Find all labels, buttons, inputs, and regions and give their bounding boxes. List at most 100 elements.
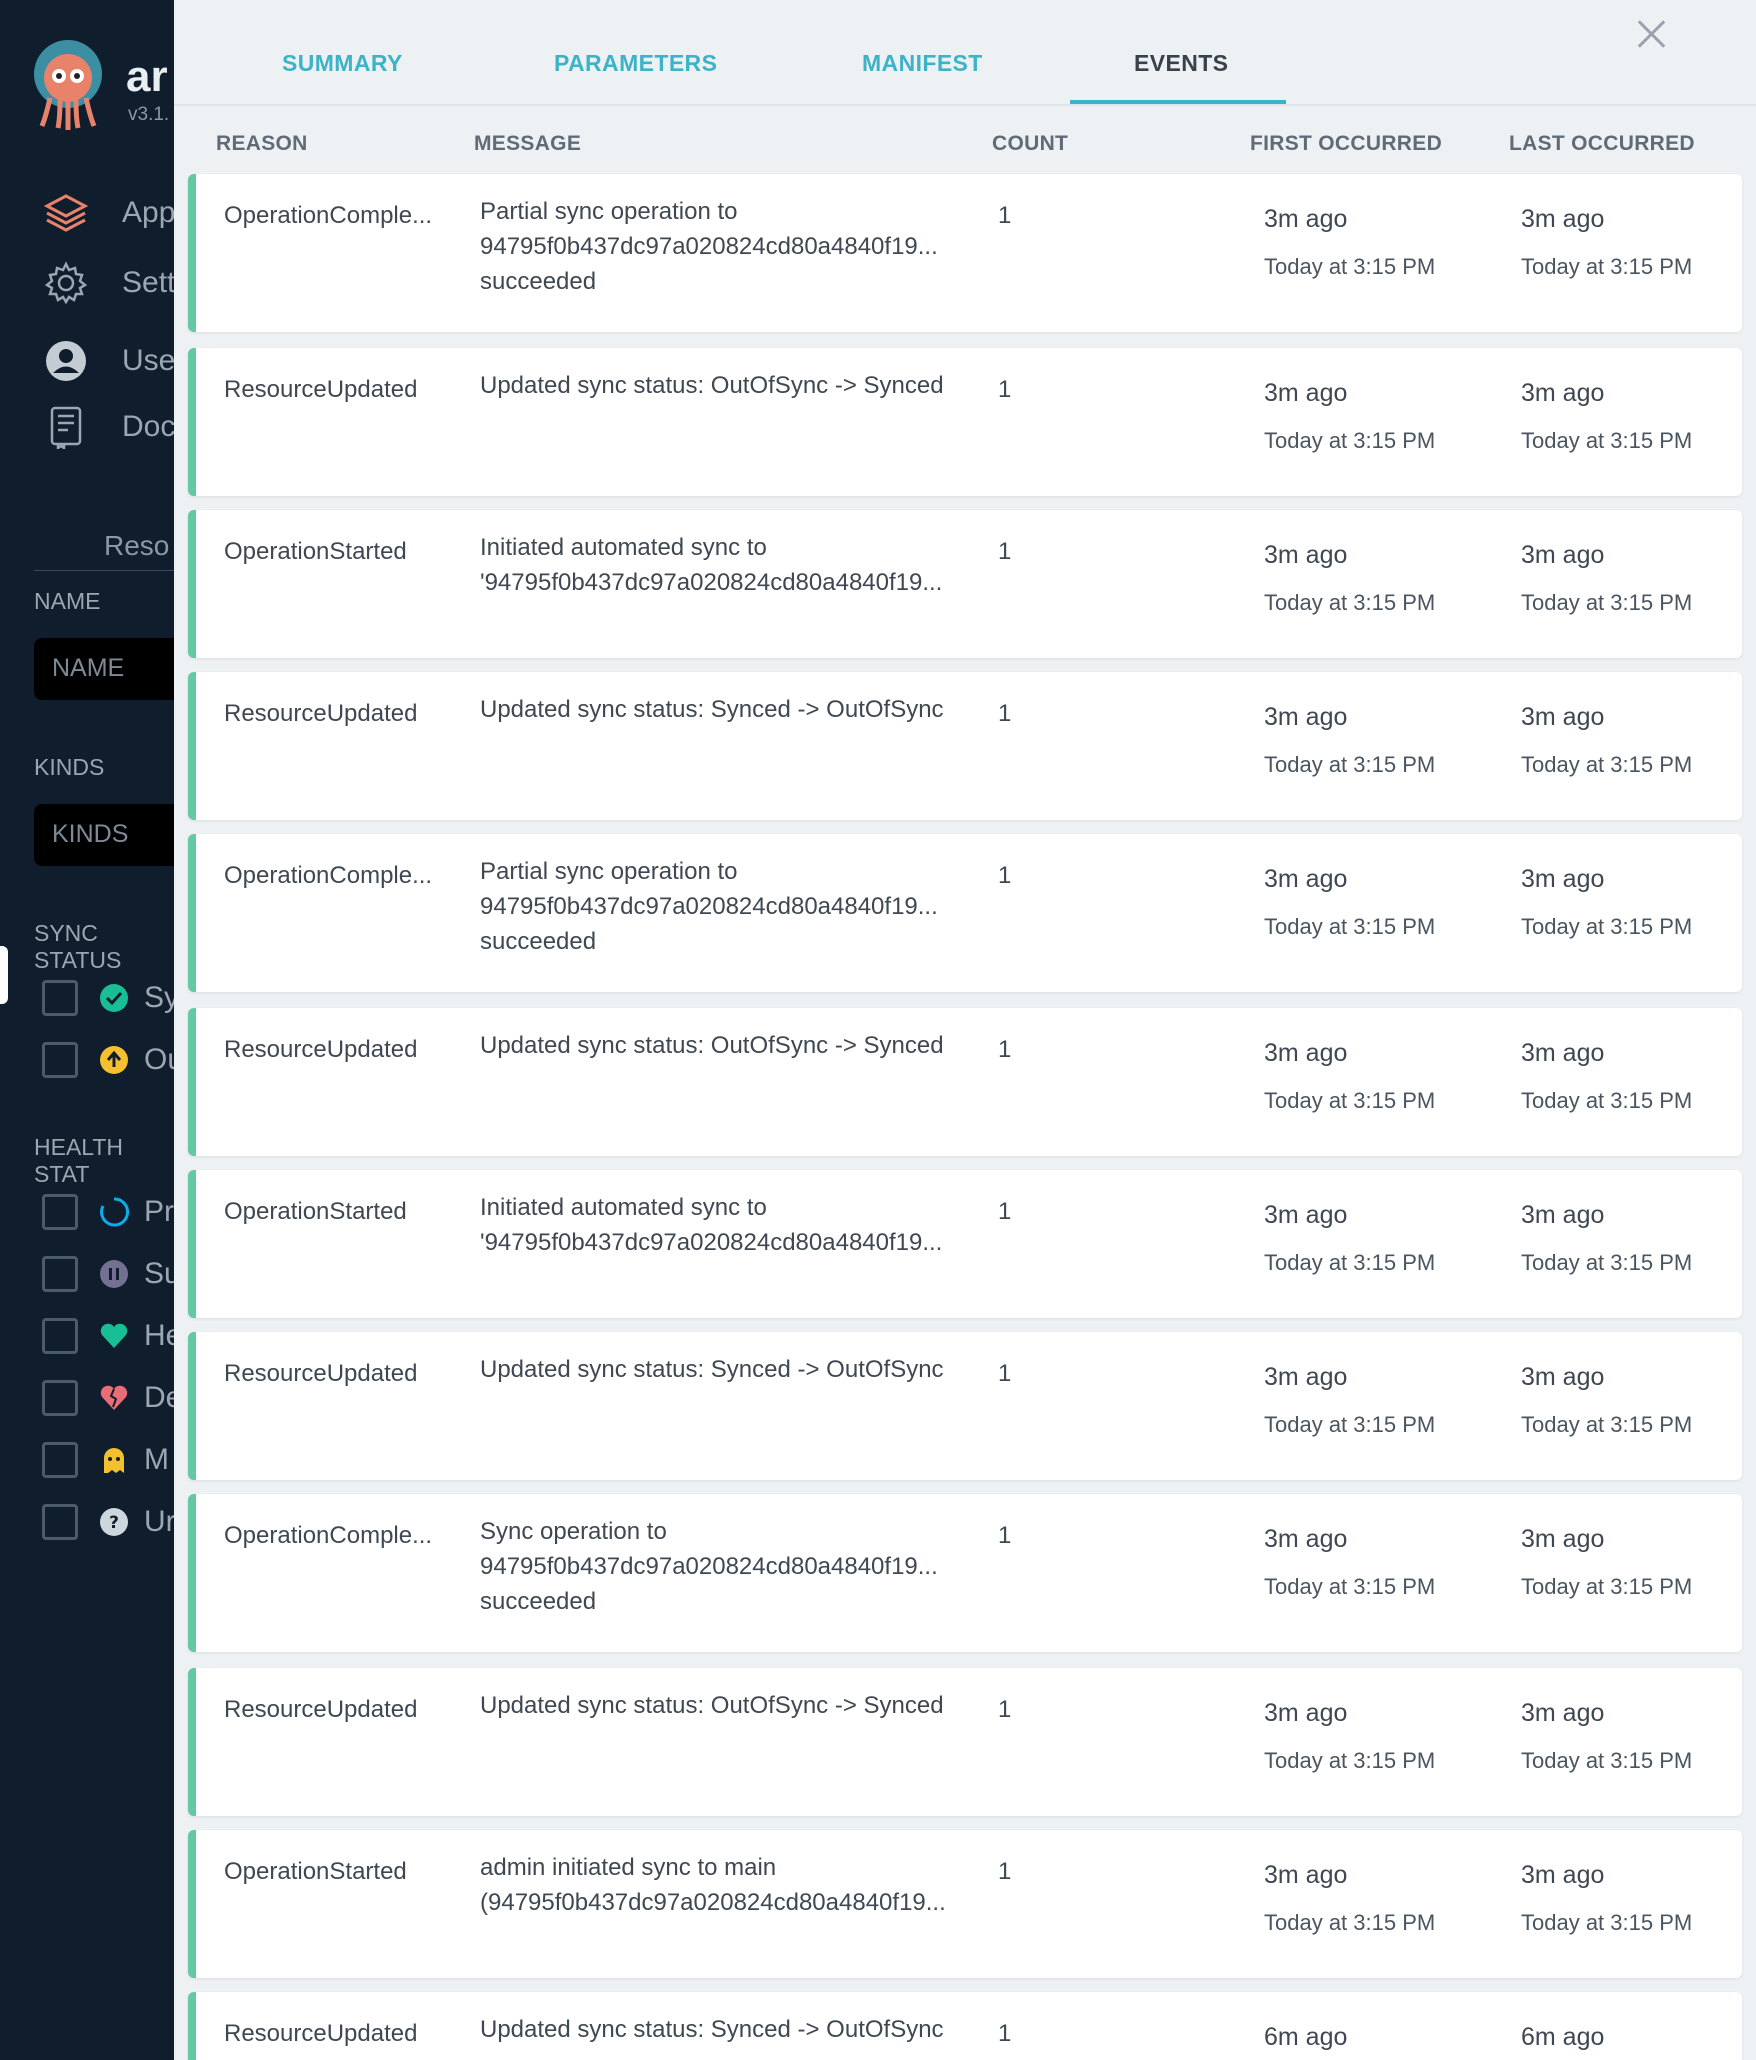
health-filter-healthy[interactable]: He xyxy=(42,1318,174,1354)
status-text: Su xyxy=(144,1257,174,1290)
nav-label: Doc xyxy=(122,410,174,443)
health-filter-degraded[interactable]: De xyxy=(42,1380,174,1416)
event-message: Initiated automated sync to '94795f0b437d… xyxy=(480,1190,950,1260)
table-row[interactable]: OperationStarted Initiated automated sync… xyxy=(188,1170,1742,1318)
status-text: He xyxy=(144,1319,174,1352)
event-message: Sync operation to 94795f0b437dc97a020824c… xyxy=(480,1514,950,1619)
column-header-message[interactable]: MESSAGE xyxy=(474,132,581,156)
event-count: 1 xyxy=(998,1858,1012,1885)
event-message: admin initiated sync to main (94795f0b437… xyxy=(480,1850,950,1920)
event-last-occurred: 3m ago Today at 3:15 PM xyxy=(1521,862,1692,944)
absolute-time: Today at 3:15 PM xyxy=(1264,254,1436,279)
sync-filter-synced[interactable]: Sy xyxy=(42,980,174,1016)
checkbox[interactable] xyxy=(42,1256,78,1292)
event-first-occurred: 3m ago Today at 3:15 PM xyxy=(1264,1696,1435,1778)
relative-time: 3m ago xyxy=(1521,1039,1605,1067)
table-row[interactable]: OperationComple... Partial sync operation… xyxy=(188,834,1742,992)
absolute-time: Today at 3:15 PM xyxy=(1264,428,1436,453)
tab-bar: SUMMARY PARAMETERS MANIFEST EVENTS xyxy=(174,0,1756,106)
event-message-line: Updated sync status: Synced -> OutOfSync xyxy=(480,1356,944,1383)
gear-icon xyxy=(40,258,92,308)
checkbox[interactable] xyxy=(42,1442,78,1478)
heart-icon xyxy=(98,1320,130,1352)
tab-events[interactable]: EVENTS xyxy=(1134,50,1228,77)
event-message: Updated sync status: Synced -> OutOfSync xyxy=(480,1352,950,1387)
event-first-occurred: 3m ago Today at 3:15 PM xyxy=(1264,700,1435,782)
absolute-time: Today at 3:15 PM xyxy=(1521,1910,1693,1935)
absolute-time: Today at 3:15 PM xyxy=(1264,1412,1436,1437)
relative-time: 6m ago xyxy=(1521,2023,1605,2051)
event-count: 1 xyxy=(998,862,1012,889)
health-filter-progressing[interactable]: Pr xyxy=(42,1194,174,1230)
event-last-occurred: 3m ago Today at 3:15 PM xyxy=(1521,1522,1692,1604)
event-message-line: 94795f0b437dc97a020824cd80a4840f19... xyxy=(480,233,938,260)
table-row[interactable]: ResourceUpdated Updated sync status: Sync… xyxy=(188,672,1742,820)
sidebar-collapse-handle[interactable] xyxy=(0,946,8,1004)
sync-filter-outofsync[interactable]: Ou xyxy=(42,1042,174,1078)
relative-time: 3m ago xyxy=(1521,1699,1605,1727)
health-filter-missing[interactable]: M xyxy=(42,1442,169,1478)
event-last-occurred: 3m ago Today at 3:15 PM xyxy=(1521,1360,1692,1442)
checkbox[interactable] xyxy=(42,1318,78,1354)
relative-time: 3m ago xyxy=(1264,1699,1348,1727)
tab-manifest[interactable]: MANIFEST xyxy=(862,50,983,77)
absolute-time: Today at 3:15 PM xyxy=(1264,1088,1436,1113)
event-last-occurred: 3m ago Today at 3:15 PM xyxy=(1521,700,1692,782)
event-first-occurred: 3m ago Today at 3:15 PM xyxy=(1264,376,1435,458)
absolute-time: Today at 3:15 PM xyxy=(1264,752,1436,777)
health-filter-unknown[interactable]: ? Ur xyxy=(42,1504,174,1540)
name-filter-label: NAME xyxy=(34,588,101,614)
svg-text:?: ? xyxy=(109,1513,119,1533)
active-tab-indicator xyxy=(1070,100,1286,104)
checkbox[interactable] xyxy=(42,980,78,1016)
event-message-line: admin initiated sync to main xyxy=(480,1854,777,1881)
column-header-first-occurred[interactable]: FIRST OCCURRED xyxy=(1250,132,1442,156)
name-filter-input[interactable]: NAME xyxy=(34,638,174,700)
event-message: Updated sync status: OutOfSync -> Synced xyxy=(480,368,950,403)
event-last-occurred: 6m ago xyxy=(1521,2020,1604,2060)
event-last-occurred: 3m ago Today at 3:15 PM xyxy=(1521,538,1692,620)
nav-documentation[interactable]: Doc xyxy=(40,402,174,452)
event-message-line: Partial sync operation to xyxy=(480,858,738,885)
nav-applications[interactable]: App xyxy=(40,188,174,238)
event-message: Initiated automated sync to '94795f0b437d… xyxy=(480,530,950,600)
table-row[interactable]: OperationStarted admin initiated sync to … xyxy=(188,1830,1742,1978)
table-row[interactable]: OperationComple... Partial sync operation… xyxy=(188,174,1742,332)
nav-settings[interactable]: Sett xyxy=(40,258,174,308)
event-last-occurred: 3m ago Today at 3:15 PM xyxy=(1521,1858,1692,1940)
table-row[interactable]: ResourceUpdated Updated sync status: OutO… xyxy=(188,1668,1742,1816)
health-filter-suspended[interactable]: Su xyxy=(42,1256,174,1292)
event-message-line: Partial sync operation to xyxy=(480,198,738,225)
nav-label: Use xyxy=(122,344,174,377)
event-first-occurred: 3m ago Today at 3:15 PM xyxy=(1264,862,1435,944)
table-row[interactable]: ResourceUpdated Updated sync status: OutO… xyxy=(188,348,1742,496)
relative-time: 3m ago xyxy=(1264,1039,1348,1067)
argo-logo-icon xyxy=(34,40,102,130)
health-status-label: HEALTH STAT xyxy=(34,1134,124,1187)
event-reason: ResourceUpdated xyxy=(224,1696,418,1723)
table-row[interactable]: ResourceUpdated Updated sync status: OutO… xyxy=(188,1008,1742,1156)
absolute-time: Today at 3:15 PM xyxy=(1264,1574,1436,1599)
nav-user-info[interactable]: Use xyxy=(40,336,174,386)
table-row[interactable]: ResourceUpdated Updated sync status: Sync… xyxy=(188,1992,1742,2060)
column-header-last-occurred[interactable]: LAST OCCURRED xyxy=(1509,132,1695,156)
tab-summary[interactable]: SUMMARY xyxy=(282,50,403,77)
checkbox[interactable] xyxy=(42,1504,78,1540)
column-header-reason[interactable]: REASON xyxy=(216,132,308,156)
kinds-filter-input[interactable]: KINDS xyxy=(34,804,174,866)
status-text: Ou xyxy=(144,1043,174,1076)
sync-status-label: SYNC STATUS xyxy=(34,920,122,973)
checkbox[interactable] xyxy=(42,1042,78,1078)
table-row[interactable]: OperationStarted Initiated automated sync… xyxy=(188,510,1742,658)
event-first-occurred: 3m ago Today at 3:15 PM xyxy=(1264,202,1435,284)
absolute-time: Today at 3:15 PM xyxy=(1264,1910,1436,1935)
table-row[interactable]: ResourceUpdated Updated sync status: Sync… xyxy=(188,1332,1742,1480)
table-row[interactable]: OperationComple... Sync operation to 94795… xyxy=(188,1494,1742,1652)
relative-time: 3m ago xyxy=(1521,1363,1605,1391)
event-count: 1 xyxy=(998,1522,1012,1549)
checkbox[interactable] xyxy=(42,1380,78,1416)
checkbox[interactable] xyxy=(42,1194,78,1230)
close-icon[interactable] xyxy=(1634,16,1670,52)
column-header-count[interactable]: COUNT xyxy=(992,132,1068,156)
tab-parameters[interactable]: PARAMETERS xyxy=(554,50,717,77)
